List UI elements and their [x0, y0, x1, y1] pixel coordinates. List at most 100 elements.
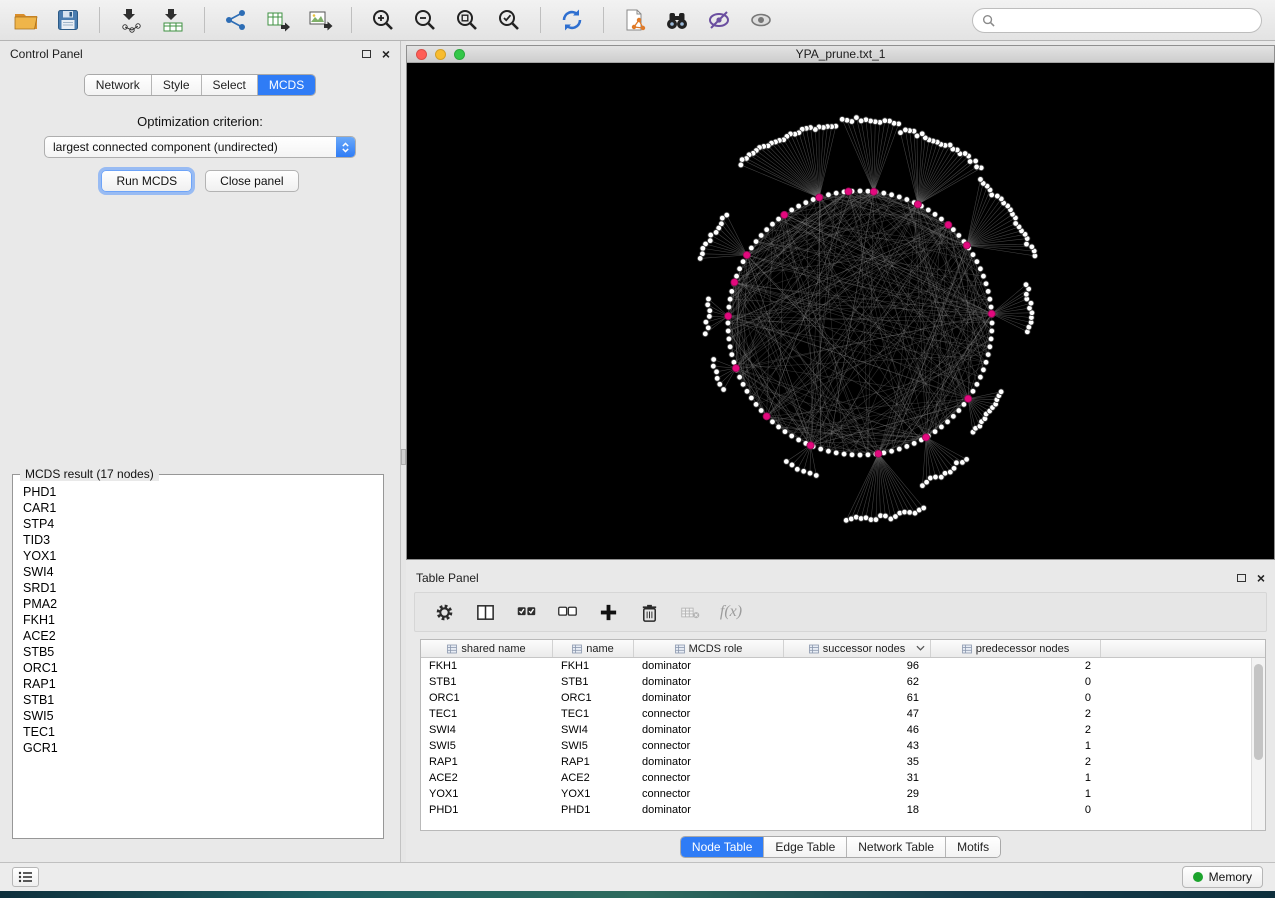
delete-column-button[interactable] — [636, 600, 662, 624]
minimize-window-button[interactable] — [435, 49, 446, 60]
table-settings-button[interactable] — [431, 600, 457, 624]
zoom-fit-button[interactable] — [449, 4, 485, 36]
mcds-result-item[interactable]: RAP1 — [23, 676, 373, 692]
import-network-button[interactable] — [113, 4, 149, 36]
mcds-result-item[interactable]: TEC1 — [23, 724, 373, 740]
close-window-button[interactable] — [416, 49, 427, 60]
desktop-wallpaper — [0, 891, 1275, 898]
table-row[interactable]: ORC1ORC1dominator610 — [421, 690, 1265, 706]
export-network-button[interactable] — [218, 4, 254, 36]
tab-motifs[interactable]: Motifs — [946, 837, 1000, 857]
mcds-result-item[interactable]: YOX1 — [23, 548, 373, 564]
hide-graphics-details-button[interactable] — [743, 4, 779, 36]
binoculars-icon — [664, 7, 690, 33]
criterion-dropdown[interactable]: largest connected component (undirected) — [44, 136, 356, 158]
first-neighbors-button[interactable] — [659, 4, 695, 36]
mcds-result-item[interactable]: TID3 — [23, 532, 373, 548]
float-table-panel-icon[interactable] — [1237, 574, 1246, 582]
cell-successor-nodes: 35 — [784, 756, 931, 768]
mcds-result-item[interactable]: GCR1 — [23, 740, 373, 756]
table-row[interactable]: YOX1YOX1connector291 — [421, 786, 1265, 802]
panel-list-button[interactable] — [12, 867, 39, 887]
mcds-result-item[interactable]: ORC1 — [23, 660, 373, 676]
table-scrollbar-thumb[interactable] — [1254, 664, 1263, 760]
mcds-result-box: MCDS result (17 nodes) PHD1CAR1STP4TID3Y… — [12, 474, 384, 839]
table-row[interactable]: PHD1PHD1dominator180 — [421, 802, 1265, 818]
clone-network-button[interactable] — [617, 4, 653, 36]
cell-mcds-role: dominator — [634, 660, 784, 672]
network-window: YPA_prune.txt_1 — [406, 45, 1275, 560]
export-image-icon — [307, 7, 333, 33]
zoom-out-button[interactable] — [407, 4, 443, 36]
open-folder-button[interactable] — [8, 4, 44, 36]
export-image-button[interactable] — [302, 4, 338, 36]
run-mcds-button[interactable]: Run MCDS — [101, 170, 192, 192]
close-panel-button[interactable]: Close panel — [205, 170, 298, 192]
mcds-result-item[interactable]: STB5 — [23, 644, 373, 660]
tab-select[interactable]: Select — [202, 75, 258, 95]
network-canvas[interactable] — [407, 63, 1274, 559]
table-row[interactable]: TEC1TEC1connector472 — [421, 706, 1265, 722]
mcds-result-item[interactable]: SWI5 — [23, 708, 373, 724]
zoom-selected-button[interactable] — [491, 4, 527, 36]
maximize-window-button[interactable] — [454, 49, 465, 60]
tab-node-table[interactable]: Node Table — [681, 837, 765, 857]
tab-edge-table[interactable]: Edge Table — [764, 837, 847, 857]
network-window-titlebar[interactable]: YPA_prune.txt_1 — [407, 46, 1274, 63]
search-box[interactable] — [972, 8, 1262, 33]
mcds-result-item[interactable]: PMA2 — [23, 596, 373, 612]
show-graphics-details-button[interactable] — [701, 4, 737, 36]
mcds-result-item[interactable]: CAR1 — [23, 500, 373, 516]
function-builder-button[interactable]: f(x) — [718, 600, 744, 624]
zoom-in-button[interactable] — [365, 4, 401, 36]
layout-refresh-button[interactable] — [554, 4, 590, 36]
fx-icon: f(x) — [720, 603, 742, 621]
memory-button[interactable]: Memory — [1182, 866, 1263, 888]
mcds-result-item[interactable]: PHD1 — [23, 484, 373, 500]
table-row[interactable]: SWI5SWI5connector431 — [421, 738, 1265, 754]
search-input[interactable] — [1000, 14, 1252, 28]
float-panel-icon[interactable] — [362, 50, 371, 58]
control-panel-title: Control Panel — [10, 47, 83, 61]
mcds-result-item[interactable]: SRD1 — [23, 580, 373, 596]
table-row[interactable]: RAP1RAP1dominator352 — [421, 754, 1265, 770]
column-header-successor-nodes[interactable]: successor nodes — [784, 640, 931, 657]
main-toolbar — [0, 0, 1275, 41]
cell-predecessor-nodes: 1 — [931, 788, 1101, 800]
create-column-button[interactable] — [595, 600, 621, 624]
table-scrollbar[interactable] — [1251, 658, 1265, 830]
eye-icon — [748, 7, 774, 33]
mcds-result-item[interactable]: FKH1 — [23, 612, 373, 628]
tab-network[interactable]: Network — [85, 75, 152, 95]
table-row[interactable]: STB1STB1dominator620 — [421, 674, 1265, 690]
table-row[interactable]: ACE2ACE2connector311 — [421, 770, 1265, 786]
mcds-result-item[interactable]: ACE2 — [23, 628, 373, 644]
column-header-shared-name[interactable]: shared name — [421, 640, 553, 657]
delete-table-button[interactable] — [677, 600, 703, 624]
node-table: shared namenameMCDS rolesuccessor nodesp… — [420, 639, 1266, 831]
mcds-result-item[interactable]: SWI4 — [23, 564, 373, 580]
column-header-mcds-role[interactable]: MCDS role — [634, 640, 784, 657]
zoom-fit-icon — [454, 7, 480, 33]
tab-network-table[interactable]: Network Table — [847, 837, 946, 857]
mcds-result-item[interactable]: STB1 — [23, 692, 373, 708]
tab-mcds[interactable]: MCDS — [258, 75, 315, 95]
export-table-button[interactable] — [260, 4, 296, 36]
column-header-predecessor-nodes[interactable]: predecessor nodes — [931, 640, 1101, 657]
unselect-all-columns-button[interactable] — [554, 600, 580, 624]
import-table-icon — [160, 7, 186, 33]
table-row[interactable]: SWI4SWI4dominator462 — [421, 722, 1265, 738]
cell-mcds-role: connector — [634, 740, 784, 752]
import-table-button[interactable] — [155, 4, 191, 36]
table-panel-tabs: Node TableEdge TableNetwork TableMotifs — [680, 836, 1001, 858]
save-button[interactable] — [50, 4, 86, 36]
show-columns-button[interactable] — [472, 600, 498, 624]
mcds-result-item[interactable]: STP4 — [23, 516, 373, 532]
tab-style[interactable]: Style — [152, 75, 202, 95]
select-all-columns-button[interactable] — [513, 600, 539, 624]
close-table-panel-icon[interactable]: × — [1257, 571, 1265, 585]
table-row[interactable]: FKH1FKH1dominator962 — [421, 658, 1265, 674]
close-panel-icon[interactable]: × — [382, 47, 390, 61]
column-header-name[interactable]: name — [553, 640, 634, 657]
cell-shared-name: TEC1 — [421, 708, 553, 720]
